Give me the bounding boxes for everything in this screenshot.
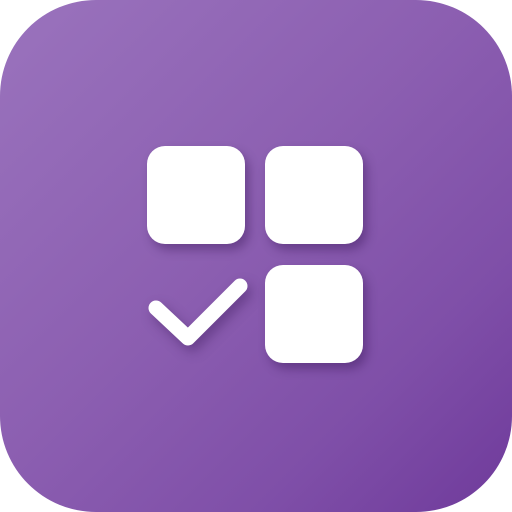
- tile-bottom-right-icon: [265, 265, 363, 363]
- check-mark-icon: [148, 278, 248, 346]
- app-icon[interactable]: [0, 0, 512, 512]
- checklist-grid-icon: [0, 0, 512, 512]
- tile-top-right-icon: [265, 146, 363, 244]
- tile-top-left-icon: [147, 146, 245, 244]
